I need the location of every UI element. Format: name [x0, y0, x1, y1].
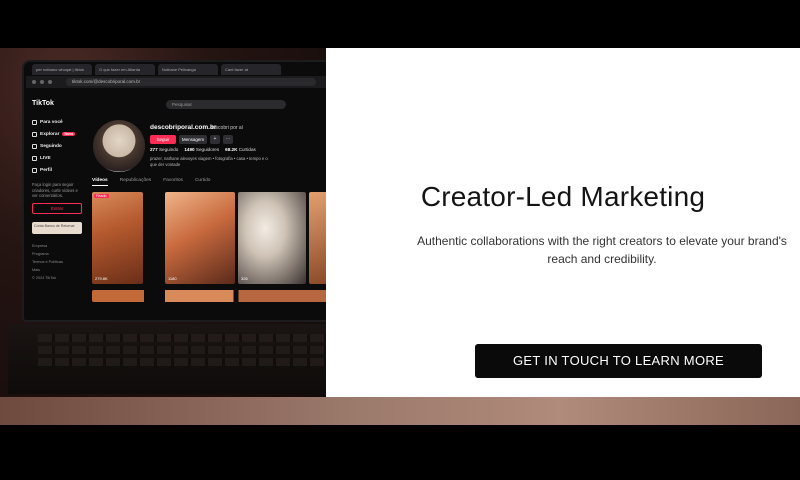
sidebar-item-para-voce: Para você — [32, 116, 87, 128]
profile-handle: descobri por aí — [210, 125, 244, 131]
profile-tabs: Vídeos Republicações Favoritos Curtido — [92, 178, 210, 186]
compass-icon — [32, 131, 37, 137]
stat-followers: 1490 Seguidores — [184, 147, 220, 152]
login-note: Faça login para seguir criadores, curtir… — [32, 182, 78, 198]
letterbox-top — [0, 0, 800, 48]
footer-link: © 2024 TikTok — [32, 275, 57, 280]
video-thumbnail: 1180 — [165, 192, 235, 284]
profile-avatar — [93, 120, 145, 172]
new-badge: Novo — [62, 132, 76, 136]
forward-icon — [40, 80, 44, 84]
laptop-keyboard — [8, 324, 326, 394]
hero-headline: Creator-Led Marketing — [420, 181, 706, 212]
video-views: 279.8K — [95, 276, 108, 281]
video-thumbnail: Fixado 279.8K — [92, 192, 143, 284]
letterbox-bottom — [0, 425, 800, 480]
follow-button: Seguir — [150, 135, 176, 144]
add-friend-icon: + — [210, 135, 220, 144]
sidebar-item-perfil: Perfil — [32, 164, 87, 176]
sidebar-item-label: Explorar — [40, 131, 60, 137]
user-icon — [32, 167, 37, 173]
stat-likes: 68.2K Curtidas — [225, 147, 256, 152]
sidebar-item-seguindo: Seguindo — [32, 140, 87, 152]
video-views: 1180 — [168, 276, 177, 281]
sidebar-item-label: LIVE — [40, 155, 51, 161]
tab-videos: Vídeos — [92, 178, 108, 186]
footer-link: Programa — [32, 251, 49, 256]
stat-following: 277 Seguindo — [150, 147, 179, 152]
browser-tab: O que fazer em Atlanta — [95, 64, 155, 75]
footer-link: Termos e Políticas — [32, 259, 64, 264]
hero-panel: Creator-Led Marketing Authentic collabor… — [326, 48, 800, 397]
login-button: Entrar — [32, 202, 82, 214]
footer-link: Empresa — [32, 243, 48, 248]
more-icon: ⋯ — [223, 135, 233, 144]
tiktok-sidebar: Para você Explorar Novo Seguindo LIVE Pe… — [32, 116, 87, 282]
video-views: 326 — [241, 276, 248, 281]
reload-icon — [48, 80, 52, 84]
sidebar-item-label: Seguindo — [40, 143, 62, 149]
users-icon — [32, 143, 37, 149]
profile-stats: 277 Seguindo 1490 Seguidores 68.2K Curti… — [150, 147, 256, 152]
sidebar-item-label: Perfil — [40, 167, 52, 173]
tiktok-logo: TikTok — [32, 100, 54, 107]
tab-favoritos: Favoritos — [163, 178, 183, 183]
pinned-badge: Fixado — [94, 194, 109, 198]
footer-links: Empresa Programa Termos e Políticas Mais… — [32, 242, 87, 282]
browser-tab: per notbano whoqat | tiktok — [32, 64, 92, 75]
message-button: Mensagem — [179, 135, 207, 144]
home-icon — [32, 119, 37, 125]
promo-card: Conta Banco de Retornar — [32, 221, 82, 234]
sidebar-item-label: Para você — [40, 119, 63, 125]
browser-tab: Notbane Pelicanga — [158, 64, 218, 75]
tab-curtido: Curtido — [194, 178, 211, 183]
back-icon — [32, 80, 36, 84]
get-in-touch-button[interactable]: GET IN TOUCH TO LEARN MORE — [475, 344, 762, 378]
url-field: tiktok.com/@descobriporal.com.br — [66, 78, 316, 86]
profile-name: descobriporal.com.br — [150, 124, 217, 131]
video-thumbnail-row — [92, 290, 328, 302]
tiktok-search-input: Pesquisar — [166, 100, 286, 109]
profile-bio: prazer, nathane alexoyes viagem • fotogr… — [150, 156, 268, 167]
browser-tab-strip: per notbano whoqat | tiktok O que fazer … — [26, 64, 342, 75]
video-thumbnail: 326 — [238, 192, 306, 284]
live-icon — [32, 155, 37, 161]
tab-republicacoes: Republicações — [119, 178, 152, 183]
sidebar-item-live: LIVE — [32, 152, 87, 164]
sidebar-item-explorar: Explorar Novo — [32, 128, 87, 140]
hero-subtext: Authentic collaborations with the right … — [417, 234, 787, 266]
browser-tab: Cant fazer at — [221, 64, 281, 75]
desk-surface — [0, 397, 800, 425]
footer-link: Mais — [32, 267, 41, 272]
browser-address-bar: tiktok.com/@descobriporal.com.br — [26, 76, 342, 88]
